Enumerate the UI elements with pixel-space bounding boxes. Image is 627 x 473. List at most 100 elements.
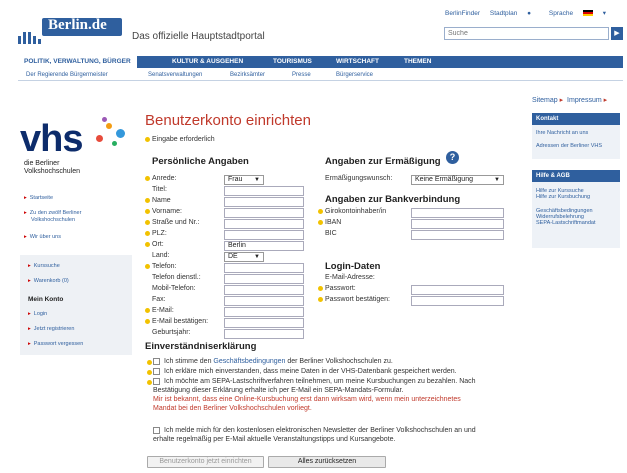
land-select[interactable]: DE ▼ [224, 252, 264, 262]
main-navigation: POLITIK, VERWALTUNG, BÜRGER KULTUR & AUS… [18, 56, 623, 68]
sepa-checkbox[interactable] [153, 378, 160, 385]
sidebar-passwort[interactable]: Passwort vergessen [28, 341, 84, 347]
email-input[interactable] [224, 307, 304, 317]
chevron-down-icon: ▼ [494, 177, 500, 183]
plz-input[interactable] [224, 230, 304, 240]
subnav-bezirke[interactable]: Bezirksämter [230, 72, 265, 78]
hilfe-kurssuche-link[interactable]: Hilfe zur Kurssuche [532, 186, 620, 194]
required-icon [145, 136, 150, 142]
ort-input[interactable]: Berlin [224, 241, 304, 251]
utility-links: BerlinFinder Stadtplan ● Sprache ▾ [445, 9, 614, 17]
sidebar-zwoelf-vhs-2[interactable]: Volkshochschulen [31, 217, 75, 223]
password-confirm-input[interactable] [411, 296, 504, 306]
consent-agb-text: Ich stimme den Geschäftsbedingungen der … [164, 358, 393, 365]
nav-politik[interactable]: POLITIK, VERWALTUNG, BÜRGER [18, 56, 137, 68]
subnav-buergermeister[interactable]: Der Regierende Bürgermeister [26, 72, 108, 78]
agb-link[interactable]: Geschäftsbedingungen [532, 206, 620, 214]
strasse-input[interactable] [224, 219, 304, 229]
sidebar-registrieren[interactable]: Jetzt registrieren [28, 326, 75, 332]
vhs-dots-icon [92, 117, 132, 157]
page-title: Benutzerkonto einrichten [145, 112, 311, 129]
consent-sepa-line4: Mandat bei den Berliner Volkshochschulen… [153, 405, 312, 412]
reset-button[interactable]: Alles zurücksetzen [268, 456, 386, 468]
hilfe-kursbuchung-link[interactable]: Hilfe zur Kursbuchung [532, 194, 620, 202]
agb-checkbox[interactable] [153, 358, 160, 365]
subnav-buergerservice[interactable]: Bürgerservice [336, 72, 373, 78]
geburt-label: Geburtsjahr: [152, 329, 191, 336]
sidebar-kurssuche[interactable]: Kurssuche [28, 263, 60, 269]
plz-label: PLZ: [145, 230, 167, 237]
consent-newsletter-line1: Ich melde mich für den kostenlosen elekt… [164, 427, 476, 434]
mobil-label: Mobil-Telefon: [152, 285, 196, 292]
right-top-links: Sitemap ▸ Impressum ▸ [532, 97, 608, 104]
datenbank-checkbox[interactable] [153, 368, 160, 375]
password-confirm-label: Passwort bestätigen: [318, 296, 390, 303]
telefon-dienst-input[interactable] [224, 274, 304, 284]
sidebar-zwoelf-vhs[interactable]: Zu den zwölf Berliner [24, 210, 82, 216]
berlinfinder-link[interactable]: BerlinFinder [445, 10, 480, 17]
iban-input[interactable] [411, 219, 504, 229]
sidebar-login[interactable]: Login [28, 311, 47, 317]
sidebar-warenkorb[interactable]: Warenkorb (0) [28, 278, 69, 284]
newsletter-checkbox[interactable] [153, 427, 160, 434]
search-button[interactable]: ▶ [611, 27, 623, 40]
mobil-input[interactable] [224, 285, 304, 295]
password-input[interactable] [411, 285, 504, 295]
sidebar-konto-head: Mein Konto [28, 296, 64, 303]
german-flag-icon [582, 10, 593, 17]
telefon-label: Telefon: [145, 263, 177, 270]
kontakt-adressen-link[interactable]: Adressen der Berliner VHS [532, 141, 620, 151]
consent-newsletter-line2: erhalte regelmäßig per E-Mail aktuelle V… [153, 436, 396, 443]
geburt-input[interactable] [224, 329, 304, 339]
kontakt-box: Kontakt Ihre Nachricht an uns Adressen d… [532, 113, 620, 159]
stadtplan-link[interactable]: Stadtplan ● [490, 10, 539, 17]
name-input[interactable] [224, 197, 304, 207]
subnav-senat[interactable]: Senatsverwaltungen [148, 72, 202, 78]
consent-sepa-line1: Ich möchte am SEPA-Lastschriftverfahren … [164, 378, 476, 385]
agb-inline-link[interactable]: Geschäftsbedingungen [213, 358, 285, 365]
bank-section-title: Angaben zur Bankverbindung [325, 194, 461, 205]
email-confirm-label: E-Mail bestätigen: [145, 318, 208, 325]
kontakt-head: Kontakt [532, 113, 620, 125]
sprache-link[interactable]: Sprache ▾ [549, 10, 606, 17]
berlin-logo[interactable]: Berlin.de [48, 17, 107, 34]
telefon-dienst-label: Telefon dienstl.: [152, 274, 201, 281]
bic-input[interactable] [411, 230, 504, 240]
inhaber-input[interactable] [411, 208, 504, 218]
required-icon [147, 360, 152, 365]
telefon-input[interactable] [224, 263, 304, 273]
chevron-down-icon: ▼ [254, 254, 260, 260]
sepa-link[interactable]: SEPA-Lastschriftmandat [532, 220, 620, 228]
titel-input[interactable] [224, 186, 304, 196]
vhs-subtitle-1: die Berliner [24, 160, 60, 167]
consent-sepa-line2: Bestätigung dieser Erklärung erhalte ich… [153, 387, 404, 394]
sidebar-startseite[interactable]: Startseite [24, 195, 53, 201]
sidebar-wir-ueber-uns[interactable]: Wir über uns [24, 234, 61, 240]
chevron-down-icon: ▼ [254, 177, 260, 183]
titel-label: Titel: [152, 186, 167, 193]
sitemap-link[interactable]: Sitemap [532, 97, 558, 104]
impressum-link[interactable]: Impressum [567, 97, 602, 104]
nav-themen[interactable]: THEMEN [404, 58, 431, 65]
nav-wirtschaft[interactable]: WIRTSCHAFT [336, 58, 379, 65]
submit-button[interactable]: Benutzerkonto jetzt einrichten [147, 456, 264, 468]
vorname-input[interactable] [224, 208, 304, 218]
inhaber-label: Girokontoinhaber/in [318, 208, 386, 215]
kontakt-nachricht-link[interactable]: Ihre Nachricht an uns [532, 128, 620, 138]
required-icon [147, 380, 152, 385]
consent-section-title: Einverständniserklärung [145, 341, 257, 352]
subnav-presse[interactable]: Presse [292, 72, 311, 78]
email-confirm-input[interactable] [224, 318, 304, 328]
search-input[interactable] [444, 27, 609, 40]
login-email-label: E-Mail-Adresse: [325, 274, 375, 281]
hilfe-box: Hilfe & AGB Hilfe zur Kurssuche Hilfe zu… [532, 170, 620, 248]
nav-kultur[interactable]: KULTUR & AUSGEHEN [172, 58, 243, 65]
fax-input[interactable] [224, 296, 304, 306]
help-icon[interactable]: ? [446, 151, 459, 164]
anrede-select[interactable]: Frau ▼ [224, 175, 264, 185]
nav-tourismus[interactable]: TOURISMUS [273, 58, 312, 65]
vhs-logo[interactable]: vhs [20, 118, 83, 161]
login-section-title: Login-Daten [325, 261, 381, 272]
berlin-logo-icon[interactable] [18, 24, 42, 44]
ermaessigung-select[interactable]: Keine Ermäßigung ▼ [411, 175, 504, 185]
